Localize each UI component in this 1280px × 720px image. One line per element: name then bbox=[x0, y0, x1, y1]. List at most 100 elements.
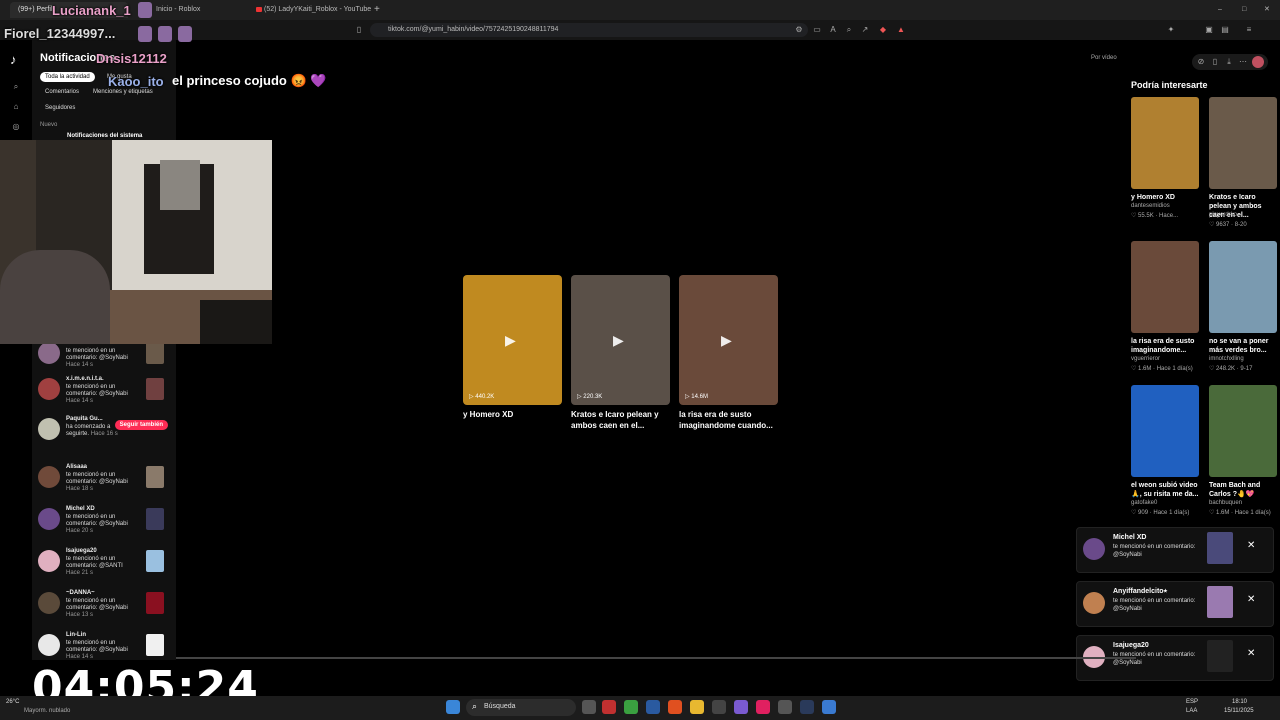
notification-thumbnail[interactable] bbox=[146, 342, 164, 364]
notification-item[interactable]: Alisaaa te mencionó en un comentario: @So… bbox=[38, 464, 168, 500]
minimize-button[interactable]: – bbox=[1218, 2, 1228, 18]
related-video-title[interactable]: Kratos e Icaro pelean y ambos caen en el… bbox=[571, 409, 671, 431]
follow-back-button[interactable]: Seguir también bbox=[114, 420, 168, 430]
url-bar[interactable]: tiktok.com/@yumi_habin/video/75724251902… bbox=[370, 23, 808, 37]
sidebar-icon[interactable]: ▣ bbox=[1204, 25, 1214, 35]
filter-all[interactable]: Toda la actividad bbox=[40, 72, 95, 82]
video-progress[interactable] bbox=[176, 657, 1136, 659]
profile-avatar[interactable] bbox=[1252, 56, 1264, 68]
home-icon[interactable]: ⌂ bbox=[11, 102, 21, 112]
device-icon[interactable]: ▯ bbox=[1210, 57, 1220, 67]
filter-followers[interactable]: Seguidores bbox=[40, 103, 80, 113]
tiktok-icon[interactable] bbox=[756, 700, 770, 714]
new-tab-button[interactable]: + bbox=[374, 2, 384, 18]
suggested-title[interactable]: el weon subió video 🙏, su risita me da..… bbox=[1131, 481, 1201, 499]
mention-toast[interactable]: Michel XD te mencionó en un comentario: @… bbox=[1076, 527, 1274, 573]
suggested-title[interactable]: no se van a poner más verdes bro... bbox=[1209, 337, 1279, 355]
notification-name[interactable]: ~DANNA~ bbox=[66, 590, 95, 596]
weather-temp[interactable]: 26°C bbox=[6, 699, 19, 705]
app-icon-1[interactable] bbox=[602, 700, 616, 714]
notification-name[interactable]: Paquita Gu... bbox=[66, 416, 103, 422]
steam-icon[interactable] bbox=[800, 700, 814, 714]
start-icon[interactable] bbox=[446, 700, 460, 714]
suggested-title[interactable]: y Homero XD bbox=[1131, 193, 1201, 202]
notification-name[interactable]: x.i.m.e.n.i.t.a. bbox=[66, 376, 104, 382]
filter-comments[interactable]: Comentarios bbox=[40, 87, 84, 97]
extensions-icon[interactable]: ✦ bbox=[1166, 25, 1176, 35]
avatar[interactable] bbox=[38, 634, 60, 656]
notification-item[interactable]: Michel XD te mencionó en un comentario: @… bbox=[38, 506, 168, 542]
notification-name[interactable]: Isajuega20 bbox=[66, 548, 97, 554]
notification-name[interactable]: Michel XD bbox=[66, 506, 95, 512]
related-video-card[interactable]: ▶ ▷ 14.6M bbox=[679, 275, 778, 405]
download-icon[interactable]: ⤓ bbox=[1224, 57, 1234, 67]
wallet-icon[interactable]: ▤ bbox=[1220, 25, 1230, 35]
related-video-card[interactable]: ▶ ▷ 440.2K bbox=[463, 275, 562, 405]
tab-roblox[interactable]: Inicio - Roblox bbox=[146, 2, 256, 18]
maximize-button[interactable]: □ bbox=[1242, 2, 1252, 18]
search-icon[interactable]: ⌕ bbox=[11, 82, 21, 92]
notification-item[interactable]: Paquita Gu... ha comenzado a seguirte. Ha… bbox=[38, 416, 168, 452]
avatar[interactable] bbox=[38, 418, 60, 440]
suggested-thumbnail[interactable] bbox=[1131, 385, 1199, 477]
suggested-thumbnail[interactable] bbox=[1131, 97, 1199, 189]
suggested-author[interactable]: bachbuquen bbox=[1209, 500, 1242, 506]
suggested-author[interactable]: vguerrieror bbox=[1131, 356, 1160, 362]
tiktok-logo-icon[interactable]: ♪ bbox=[10, 52, 17, 67]
clock-time[interactable]: 18:10 bbox=[1232, 699, 1247, 705]
close-icon[interactable]: ✕ bbox=[1247, 648, 1255, 659]
notification-item[interactable]: ~DANNA~ te mencionó en un comentario: @So… bbox=[38, 590, 168, 626]
app-icon-4[interactable] bbox=[778, 700, 792, 714]
avatar[interactable] bbox=[38, 550, 60, 572]
brave-shield-icon[interactable]: ◆ bbox=[878, 25, 888, 35]
suggested-title[interactable]: la risa era de susto imaginandome... bbox=[1131, 337, 1201, 355]
suggested-author[interactable]: imnotchxlling bbox=[1209, 356, 1244, 362]
menu-icon[interactable]: ≡ bbox=[1244, 25, 1254, 35]
suggested-title[interactable]: Team Bach and Carlos ?🤚💖 bbox=[1209, 481, 1279, 499]
notification-thumbnail[interactable] bbox=[146, 634, 164, 656]
explore-icon[interactable]: ◎ bbox=[11, 122, 21, 132]
notification-name[interactable]: Alisaaa bbox=[66, 464, 87, 470]
site-info-icon[interactable]: ⚙ bbox=[794, 25, 804, 35]
mute-icon[interactable]: ⊘ bbox=[1196, 57, 1206, 67]
close-window-button[interactable]: ✕ bbox=[1264, 2, 1274, 18]
mention-toast[interactable]: Anyiffandelcito⭑ te mencionó en un coment… bbox=[1076, 581, 1274, 627]
avatar[interactable] bbox=[38, 508, 60, 530]
suggested-thumbnail[interactable] bbox=[1209, 97, 1277, 189]
avatar[interactable] bbox=[38, 342, 60, 364]
notification-thumbnail[interactable] bbox=[146, 592, 164, 614]
bookmark-icon[interactable]: ▯ bbox=[354, 25, 364, 35]
more-icon[interactable]: ⋯ bbox=[1238, 57, 1248, 67]
tab-youtube[interactable]: (52) LadyYKaiti_Roblox - YouTube bbox=[256, 2, 374, 18]
taskbar-search[interactable]: ⌕ Búsqueda bbox=[466, 699, 576, 716]
suggested-thumbnail[interactable] bbox=[1131, 241, 1199, 333]
notification-thumbnail[interactable] bbox=[146, 550, 164, 572]
notification-item[interactable]: te mencionó en un comentario: @SoyNabi H… bbox=[38, 340, 168, 376]
related-video-card[interactable]: ▶ ▷ 220.3K bbox=[571, 275, 670, 405]
notification-thumbnail[interactable] bbox=[146, 378, 164, 400]
notification-item[interactable]: Isajuega20 te mencionó en un comentario: … bbox=[38, 548, 168, 584]
suggested-thumbnail[interactable] bbox=[1209, 241, 1277, 333]
rewards-icon[interactable]: ▲ bbox=[896, 25, 906, 35]
notification-item[interactable]: x.i.m.e.n.i.t.a. te mencionó en un coment… bbox=[38, 376, 168, 412]
discord-icon[interactable] bbox=[734, 700, 748, 714]
explorer-icon[interactable] bbox=[690, 700, 704, 714]
related-video-title[interactable]: y Homero XD bbox=[463, 409, 563, 420]
app-icon-5[interactable] bbox=[822, 700, 836, 714]
avatar[interactable] bbox=[38, 592, 60, 614]
close-icon[interactable]: ✕ bbox=[1247, 540, 1255, 551]
minecraft-icon[interactable] bbox=[624, 700, 638, 714]
related-video-title[interactable]: la risa era de susto imaginandome cuando… bbox=[679, 409, 779, 431]
brave-icon[interactable] bbox=[668, 700, 682, 714]
suggested-author[interactable]: gatofake0 bbox=[1131, 500, 1157, 506]
suggested-thumbnail[interactable] bbox=[1209, 385, 1277, 477]
avatar[interactable] bbox=[38, 378, 60, 400]
suggested-author[interactable]: playerdrko bbox=[1209, 212, 1237, 218]
system-notifications[interactable]: Notificaciones del sistema bbox=[67, 133, 142, 139]
close-icon[interactable]: ✕ bbox=[1247, 594, 1255, 605]
notification-thumbnail[interactable] bbox=[146, 508, 164, 530]
share-icon[interactable]: ↗ bbox=[860, 25, 870, 35]
notification-thumbnail[interactable] bbox=[146, 466, 164, 488]
avatar[interactable] bbox=[38, 466, 60, 488]
install-icon[interactable]: ▭ bbox=[812, 25, 822, 35]
